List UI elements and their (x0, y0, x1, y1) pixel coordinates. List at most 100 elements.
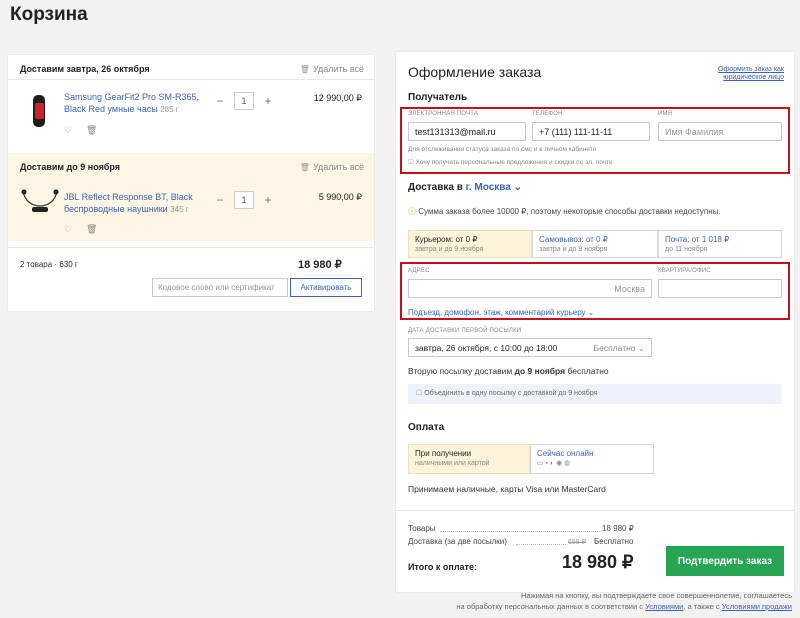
product-weight: 345 г (170, 205, 189, 214)
group-header: Доставим до 9 ноября Удалить всё (8, 153, 374, 179)
product-image-watch[interactable] (22, 93, 58, 129)
apartment-field[interactable] (658, 279, 782, 298)
first-date-value: завтра, 26 октября, с 10:00 до 18:00 (415, 343, 558, 353)
chevron-down-icon[interactable]: ⌄ (511, 182, 522, 193)
first-date-price-text: Бесплатно (593, 343, 636, 353)
delivery-option-pickup[interactable]: Самовывоз: от 0 ₽ завтра и до 9 ноября (532, 230, 658, 258)
footer-legal: Нажимая на кнопку, вы подтверждаете свое… (392, 590, 792, 612)
option-sub: завтра и до 9 ноября (539, 246, 608, 253)
phone-label: Телефон (532, 111, 563, 117)
newsletter-checkbox[interactable]: ☑ Хочу получать персональные предложения… (408, 158, 613, 166)
payment-option-online[interactable]: Сейчас онлайн ▭ ▪ ◐ ◉ ◍ (530, 444, 654, 474)
first-date-price: Бесплатно ⌄ (593, 343, 645, 353)
recipient-hint: Для отслеживания статуса заказа по смс и… (408, 146, 597, 153)
second-text-bold: до 9 ноября (514, 366, 566, 376)
heart-icon[interactable]: ♡ (64, 125, 72, 136)
second-text-post: бесплатно (567, 366, 609, 376)
city-select[interactable]: г. Москва (466, 182, 511, 193)
page-title: Корзина (10, 4, 88, 25)
group-heading: Доставим до 9 ноября (20, 162, 121, 172)
product-name-link[interactable]: Samsung GearFit2 Pro SM-R365, Black Red … (64, 91, 204, 116)
divider (396, 510, 794, 511)
footer-line-1: Нажимая на кнопку, вы подтверждаете свое… (521, 591, 792, 600)
plus-button[interactable]: + (260, 94, 276, 108)
courier-comment-link[interactable]: Подъезд, домофон, этаж, комментарий курь… (408, 308, 594, 317)
trash-icon[interactable]: 🗑 (86, 125, 97, 136)
minus-button[interactable]: − (212, 94, 228, 108)
quantity-input[interactable]: 1 (234, 92, 254, 110)
footer-line-2: на обработку персональных данных в соотв… (392, 601, 792, 612)
option-sub: до 11 ноября (665, 246, 708, 253)
option-sub: наличными или картой (415, 460, 490, 467)
product-price: 12 990,00 ₽ (313, 93, 362, 103)
goods-value: 18 980 ₽ (602, 524, 634, 533)
group-heading: Доставим завтра, 26 октября (20, 64, 150, 74)
address-field[interactable]: Москва (408, 279, 652, 298)
name-label: Имя (658, 111, 673, 117)
trash-icon[interactable]: 🗑 (86, 224, 97, 235)
courier-comment-text[interactable]: Подъезд, домофон, этаж, комментарий курь… (408, 308, 586, 317)
address-label: Адрес (408, 268, 430, 274)
cart-count: 2 товара · 630 г (20, 260, 78, 269)
divider (8, 247, 374, 248)
total-value: 18 980 ₽ (562, 552, 634, 572)
delivery-notice: ⓘ Сумма заказа более 10000 ₽, поэтому не… (408, 206, 721, 217)
combine-checkbox-row[interactable]: ☐ Объединить в одну посылку с доставкой … (408, 384, 782, 404)
email-field[interactable]: test131313@mail.ru (408, 122, 526, 141)
product-image-headphones[interactable] (20, 187, 60, 223)
option-sub: завтра и до 9 ноября (415, 246, 484, 253)
cart-total: 18 980 ₽ (298, 259, 342, 271)
delete-all-button[interactable]: Удалить всё (300, 162, 364, 172)
delivery-label: Доставка (за две посылки) (408, 537, 507, 546)
second-parcel-text: Вторую посылку доставим до 9 ноября бесп… (408, 366, 609, 376)
combine-label: Объединить в одну посылку с доставкой до… (424, 390, 598, 397)
quantity-stepper[interactable]: − 1 + (212, 92, 276, 110)
option-label: Курьером: от 0 ₽ (415, 235, 478, 244)
activate-button[interactable]: Активировать (290, 278, 362, 297)
recipient-heading: Получатель (408, 92, 468, 103)
delivery-notice-text: Сумма заказа более 10000 ₽, поэтому неко… (418, 207, 721, 216)
checkbox-icon[interactable]: ☑ (408, 159, 414, 166)
quantity-input[interactable]: 1 (234, 191, 254, 209)
divider (8, 79, 374, 80)
confirm-order-button[interactable]: Подтвердить заказ (666, 546, 784, 576)
goods-label: Товары (408, 524, 436, 533)
quantity-stepper[interactable]: − 1 + (212, 191, 276, 209)
minus-button[interactable]: − (212, 193, 228, 207)
order-panel: Оформление заказа Оформить заказ как юри… (396, 52, 794, 592)
plus-button[interactable]: + (260, 193, 276, 207)
payment-heading: Оплата (408, 422, 445, 433)
option-label: Почта: от 1 018 ₽ (665, 235, 730, 244)
option-label: При получении (415, 449, 472, 458)
name-field[interactable]: Имя Фамилия (658, 122, 782, 141)
payment-option-on-delivery[interactable]: При получении наличными или картой (408, 444, 530, 474)
footer-text-mid: , а также с (683, 602, 720, 611)
cart-panel: Доставим завтра, 26 октября Удалить всё … (8, 55, 374, 311)
promo-input[interactable]: Кодовое слово или сертификат (152, 278, 288, 297)
delivery-old-price: 658 ₽ (568, 539, 587, 546)
apartment-label: Квартира/офис (658, 268, 711, 274)
second-text-pre: Вторую посылку доставим (408, 366, 513, 376)
checkbox-icon[interactable]: ☐ (416, 390, 422, 397)
info-icon: ⓘ (408, 207, 416, 216)
legal-entity-link[interactable]: Оформить заказ как юридическое лицо (698, 66, 784, 82)
sale-terms-link[interactable]: Условиями продажи (722, 602, 792, 611)
dots-leader (440, 531, 600, 532)
newsletter-label: Хочу получать персональные предложения и… (415, 159, 613, 166)
first-date-select[interactable]: завтра, 26 октября, с 10:00 до 18:00 Бесп… (408, 338, 652, 357)
product-price: 5 990,00 ₽ (318, 192, 362, 202)
total-label: Итого к оплате: (408, 562, 477, 572)
delete-all-button[interactable]: Удалить всё (300, 64, 364, 74)
chevron-down-icon[interactable]: ⌄ (588, 308, 595, 317)
order-title: Оформление заказа (408, 64, 542, 80)
card-icons: ▭ ▪ ◐ ◉ ◍ (537, 460, 571, 467)
product-name-link[interactable]: JBL Reflect Response BT, Black беспровод… (64, 191, 204, 216)
heart-icon[interactable]: ♡ (64, 224, 72, 235)
terms-link[interactable]: Условиями (645, 602, 683, 611)
phone-field[interactable]: +7 (111) 111-11-11 (532, 122, 650, 141)
product-weight: 285 г (160, 105, 179, 114)
option-label: Самовывоз: от 0 ₽ (539, 235, 608, 244)
delivery-option-courier[interactable]: Курьером: от 0 ₽ завтра и до 9 ноября (408, 230, 532, 258)
footer-text: на обработку персональных данных в соотв… (456, 602, 644, 611)
delivery-option-post[interactable]: Почта: от 1 018 ₽ до 11 ноября (658, 230, 782, 258)
